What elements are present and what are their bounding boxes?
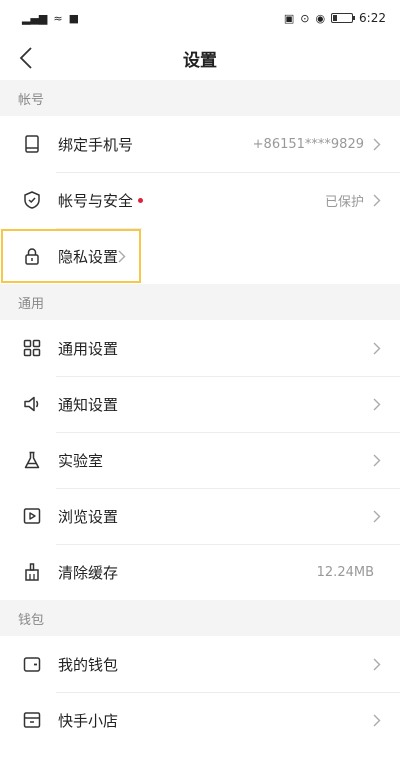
status-bar: ▂▄▆ ≈ ■ ▣ ⊙ ◉ 6:22	[0, 0, 400, 36]
settings-row[interactable]: 实验室	[0, 432, 400, 488]
settings-row-label: 隐私设置	[58, 247, 119, 266]
page-title: 设置	[183, 50, 217, 71]
settings-row[interactable]: 浏览设置	[0, 488, 400, 544]
settings-row[interactable]: 绑定手机号 +86151****9829	[0, 116, 400, 172]
settings-row[interactable]: 快手小店	[0, 692, 400, 748]
chevron-right-icon	[372, 713, 382, 727]
phone-icon	[22, 134, 42, 154]
vibrate-icon: ◉	[315, 11, 326, 25]
chevron-right-icon	[372, 137, 382, 151]
chevron-right-icon	[372, 397, 382, 411]
shop-icon	[22, 710, 42, 730]
header: 设置	[0, 36, 400, 80]
chevron-left-icon	[19, 47, 32, 69]
status-time: 6:22	[359, 11, 386, 25]
settings-row-label: 通用设置	[58, 339, 119, 358]
notification-icon: ■	[68, 11, 80, 25]
settings-row[interactable]: 通知设置	[0, 376, 400, 432]
settings-row-value: 已保护	[324, 194, 364, 210]
section-header: 钱包	[0, 600, 400, 636]
notification-dot	[138, 197, 144, 203]
nfc-icon: ▣	[283, 11, 295, 25]
speaker-icon	[22, 394, 42, 414]
broom-icon	[22, 562, 42, 582]
settings-row[interactable]: 隐私设置	[0, 228, 142, 284]
settings-row-value: 12.24MB	[316, 564, 374, 580]
settings-row-label: 帐号与安全	[58, 191, 134, 210]
settings-row-label: 绑定手机号	[58, 135, 134, 154]
wifi-icon: ≈	[53, 11, 63, 25]
section-header: 帐号	[0, 80, 400, 116]
chevron-right-icon	[372, 509, 382, 523]
settings-row-label: 我的钱包	[58, 655, 119, 674]
shield-icon	[22, 190, 42, 210]
settings-row-label: 快手小店	[58, 711, 119, 730]
battery-level	[333, 15, 337, 21]
settings-row-label: 实验室	[58, 451, 104, 470]
back-button[interactable]	[12, 44, 40, 72]
settings-row[interactable]: 通用设置	[0, 320, 400, 376]
chevron-right-icon	[372, 341, 382, 355]
settings-row-label: 通知设置	[58, 395, 119, 414]
signal-icon: ▂▄▆	[22, 11, 48, 25]
settings-row[interactable]: 清除缓存 12.24MB	[0, 544, 400, 600]
play-icon	[22, 506, 42, 526]
battery-icon	[331, 13, 356, 23]
section-header: 通用	[0, 284, 400, 320]
flask-icon	[22, 450, 42, 470]
settings-row-label: 浏览设置	[58, 507, 119, 526]
lock-icon	[22, 246, 42, 266]
settings-row[interactable]: 我的钱包	[0, 636, 400, 692]
settings-list: 帐号绑定手机号 +86151****9829 帐号与安全 已保护隐私设置通用通用设置通…	[0, 80, 400, 748]
alarm-icon: ⊙	[300, 11, 310, 25]
grid-icon	[22, 338, 42, 358]
settings-row[interactable]: 帐号与安全 已保护	[0, 172, 400, 228]
settings-row-label: 清除缓存	[58, 563, 119, 582]
settings-row-value: +86151****9829	[252, 136, 364, 152]
wallet-icon	[22, 654, 42, 674]
chevron-right-icon	[118, 249, 126, 263]
chevron-right-icon	[372, 657, 382, 671]
chevron-right-icon	[372, 453, 382, 467]
chevron-right-icon	[372, 193, 382, 207]
